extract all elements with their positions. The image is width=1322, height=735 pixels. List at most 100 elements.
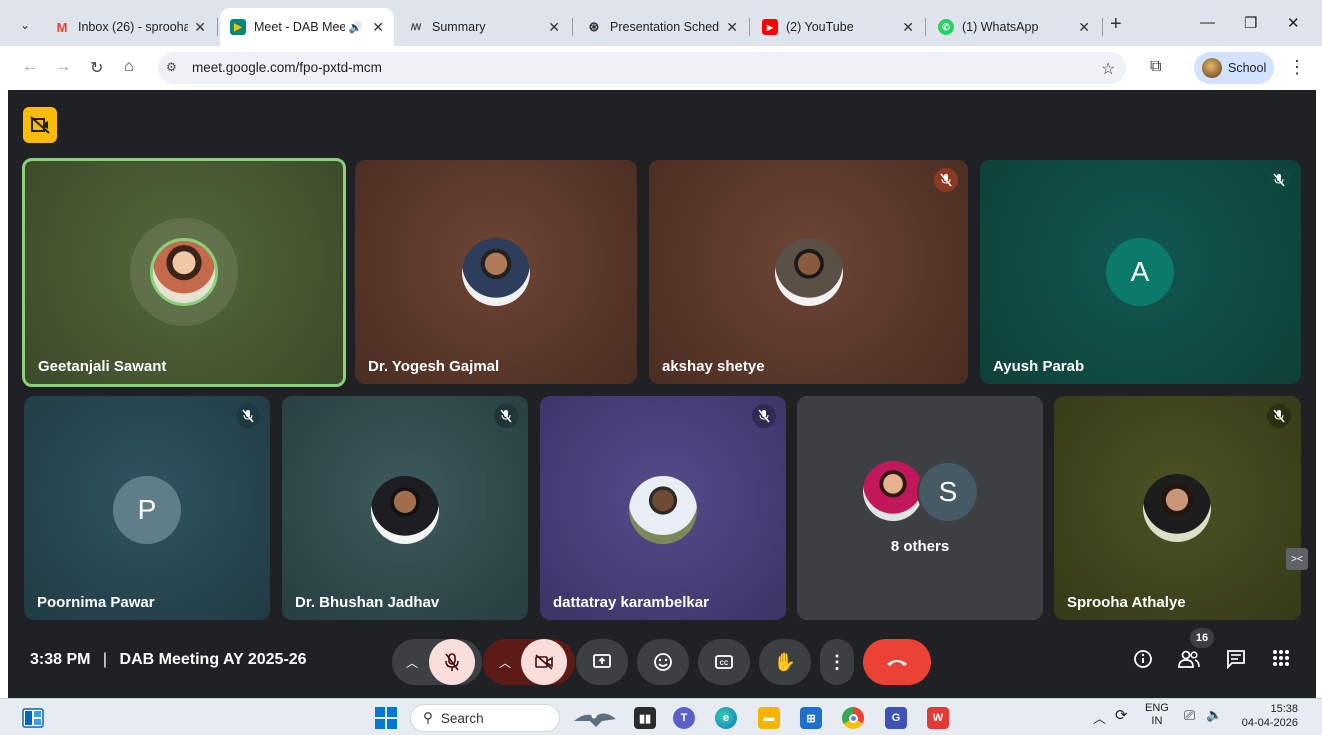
profile-avatar [1202, 58, 1222, 78]
chevron-up-icon: ︿ [406, 655, 419, 670]
avatar [150, 238, 218, 306]
file-explorer-icon[interactable]: ▬ [758, 707, 780, 729]
activities-button[interactable] [1272, 649, 1290, 672]
emoji-icon [654, 653, 672, 671]
network-icon[interactable]: ⎚ [1184, 707, 1195, 724]
mic-off-icon [1267, 404, 1291, 428]
avatar [462, 238, 530, 306]
chat-button[interactable] [1226, 649, 1246, 674]
taskbar-search[interactable]: ⚲ Search [410, 704, 560, 732]
widgets-icon[interactable] [22, 707, 44, 729]
show-hidden-icons[interactable]: ︿ [1093, 708, 1106, 727]
new-tab-icon[interactable]: + [1110, 13, 1122, 36]
bookmark-star-icon[interactable]: ☆ [1101, 59, 1115, 79]
tab-summary[interactable]: ꟿ Summary ✕ [398, 8, 570, 46]
close-icon[interactable]: ✕ [548, 19, 560, 36]
home-icon[interactable]: ⌂ [124, 58, 134, 76]
eagle-widget-icon[interactable] [572, 707, 618, 729]
mic-toggle-button[interactable] [429, 639, 475, 685]
avatar [863, 461, 923, 521]
profile-button[interactable]: School [1194, 52, 1274, 84]
camera-toggle-button[interactable] [521, 639, 567, 685]
clock[interactable]: 15:38 04-04-2026 [1236, 702, 1298, 730]
participant-tile[interactable]: akshay shetye [649, 160, 968, 384]
emoji-reactions-button[interactable] [637, 639, 689, 685]
site-info-icon[interactable]: ⚙ [166, 60, 177, 74]
mic-off-icon [236, 404, 260, 428]
people-icon [1178, 650, 1200, 668]
teams-icon[interactable]: T [673, 707, 695, 729]
participant-tile[interactable]: A Ayush Parab [980, 160, 1301, 384]
tab-strip: ⌄ M Inbox (26) - sprooha.a ✕ ▶ Meet - DA… [0, 0, 1322, 50]
whatsapp-icon: ✆ [938, 19, 954, 35]
avatar-letter: S [917, 461, 979, 523]
participant-tile[interactable]: Geetanjali Sawant [22, 158, 346, 387]
more-options-button[interactable]: ⋮ [820, 639, 854, 685]
participant-name: Dr. Yogesh Gajmal [368, 358, 500, 375]
edge-icon[interactable]: e [715, 707, 737, 729]
meeting-details-button[interactable] [1133, 649, 1153, 674]
participant-tile[interactable]: Dr. Bhushan Jadhav [282, 396, 528, 620]
meet-icon: ▶ [230, 19, 246, 35]
avatar [1143, 474, 1211, 542]
apps-grid-icon [1273, 650, 1289, 666]
tab-whatsapp[interactable]: ✆ (1) WhatsApp ✕ [928, 8, 1100, 46]
leave-call-button[interactable] [863, 639, 931, 685]
summary-icon: ꟿ [410, 21, 422, 32]
tab-gmail[interactable]: M Inbox (26) - sprooha.a ✕ [44, 8, 216, 46]
camera-off-icon [535, 654, 553, 670]
chrome-icon[interactable] [842, 707, 864, 729]
task-view-icon[interactable]: ▮▮ [634, 707, 656, 729]
avatar-letter: A [1106, 238, 1174, 306]
reload-icon[interactable]: ↻ [90, 58, 103, 78]
tab-presentation[interactable]: ⊛ Presentation Schedul ✕ [576, 8, 748, 46]
minimize-icon[interactable]: — [1200, 14, 1215, 31]
participant-name: Geetanjali Sawant [38, 358, 167, 375]
gmail-icon: M [56, 19, 68, 35]
close-icon[interactable]: ✕ [902, 19, 914, 36]
tab-youtube[interactable]: ▶ (2) YouTube ✕ [752, 8, 924, 46]
google-g-icon[interactable]: G [885, 707, 907, 729]
tab-search-dropdown-icon[interactable]: ⌄ [14, 14, 36, 36]
wps-office-icon[interactable]: W [927, 707, 949, 729]
store-icon[interactable]: ⊞ [800, 707, 822, 729]
others-tile[interactable]: S 8 others [797, 396, 1043, 620]
browser-menu-icon[interactable]: ⋮ [1288, 57, 1306, 78]
participant-tile[interactable]: Dr. Yogesh Gajmal [355, 160, 637, 384]
avatar-letter: P [113, 476, 181, 544]
participant-tile[interactable]: dattatray karambelkar [540, 396, 786, 620]
expand-side-panel-icon[interactable]: >< [1286, 548, 1308, 570]
language-indicator[interactable]: ENG IN [1145, 702, 1169, 728]
people-button[interactable] [1178, 649, 1200, 674]
avatar [629, 476, 697, 544]
windows-taskbar: ⚲ Search ▮▮ T e ▬ ⊞ G W ︿ ⟳ ENG IN ⎚ 🔈 1… [0, 698, 1322, 735]
windows-start-icon[interactable] [375, 707, 397, 729]
present-screen-button[interactable] [576, 639, 628, 685]
participant-tile[interactable]: Sprooha Athalye [1054, 396, 1301, 620]
chat-icon [1227, 650, 1245, 670]
address-bar[interactable]: ⚙ meet.google.com/fpo-pxtd-mcm [158, 52, 1126, 84]
close-icon[interactable]: ✕ [194, 19, 206, 36]
participant-name: dattatray karambelkar [553, 594, 709, 611]
participant-tile[interactable]: P Poornima Pawar [24, 396, 270, 620]
close-icon[interactable]: ✕ [372, 19, 384, 36]
extensions-icon[interactable]: ⧉ [1150, 58, 1161, 76]
participant-name: Sprooha Athalye [1067, 594, 1186, 611]
speaker-icon[interactable]: 🔊 [349, 21, 363, 34]
restore-icon[interactable]: ❐ [1244, 14, 1257, 32]
people-count-badge: 16 [1190, 628, 1214, 648]
window-close-icon[interactable]: ✕ [1287, 14, 1300, 32]
volume-icon[interactable]: 🔈 [1206, 707, 1222, 723]
tab-meet[interactable]: ▶ Meet - DAB Meeti 🔊 ✕ [220, 8, 394, 46]
close-icon[interactable]: ✕ [726, 19, 738, 36]
sync-icon[interactable]: ⟳ [1115, 706, 1128, 724]
participant-name: akshay shetye [662, 358, 765, 375]
close-icon[interactable]: ✕ [1078, 19, 1090, 36]
back-icon[interactable]: ← [22, 58, 38, 76]
meet-stage: Geetanjali Sawant Dr. Yogesh Gajmal aksh… [8, 90, 1316, 698]
forward-icon[interactable]: → [55, 58, 71, 76]
raise-hand-button[interactable]: ✋ [759, 639, 811, 685]
captions-button[interactable]: CC [698, 639, 750, 685]
hide-video-layout-icon[interactable] [23, 107, 57, 143]
avatar [775, 238, 843, 306]
